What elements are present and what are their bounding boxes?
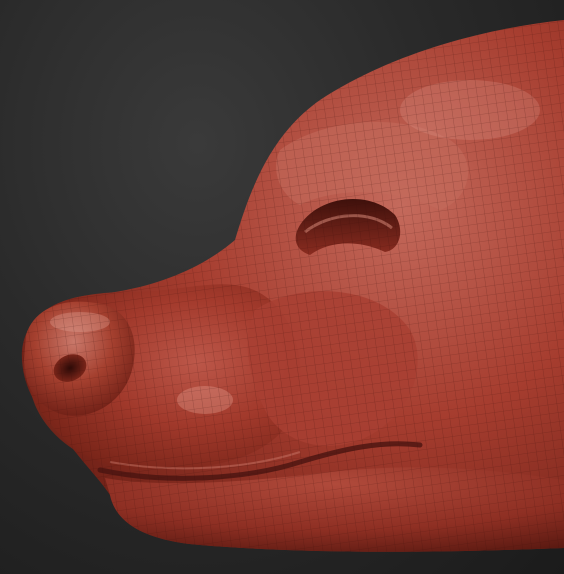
wireframe-overlay bbox=[21, 20, 564, 552]
snout-render bbox=[21, 20, 564, 552]
sculpt-viewport[interactable] bbox=[0, 0, 564, 574]
